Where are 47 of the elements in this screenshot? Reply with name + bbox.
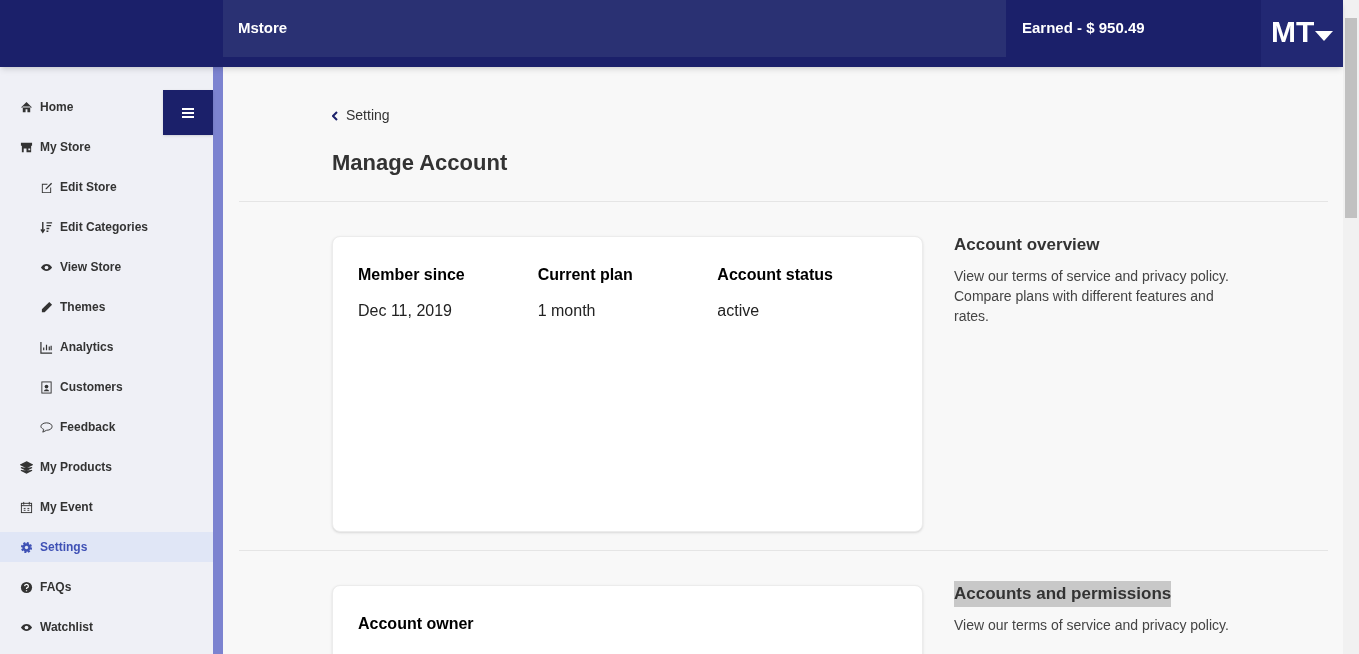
chevron-left-icon xyxy=(332,110,338,121)
section-description: View our terms of service and privacy policy. xyxy=(954,615,1230,635)
edit-icon xyxy=(40,180,53,194)
sidebar-item[interactable]: Edit Store xyxy=(0,172,213,202)
field-label: Current plan xyxy=(537,265,634,285)
scrollbar[interactable] xyxy=(1343,0,1359,654)
layers-icon xyxy=(20,460,33,474)
speech-bubble-icon xyxy=(40,420,53,434)
bar-chart-icon xyxy=(40,340,53,354)
section-description: View our terms of service and privacy policy. Compare plans with different features and rates. xyxy=(954,266,1230,326)
pencil-icon xyxy=(40,300,53,314)
sidebar-item[interactable]: Edit Categories xyxy=(0,212,213,242)
sidebar-item[interactable]: Themes xyxy=(0,292,213,322)
sidebar-item[interactable]: My Products xyxy=(0,452,213,482)
brand-name[interactable]: Mstore xyxy=(238,17,288,40)
home-icon xyxy=(20,100,33,114)
sidebar-item[interactable]: My Store xyxy=(0,132,213,162)
menu-button[interactable] xyxy=(163,90,213,135)
sidebar-item[interactable]: View Store xyxy=(0,252,213,282)
calendar-icon xyxy=(20,500,33,514)
section-heading: Accounts and permissions xyxy=(954,581,1172,607)
menu-icon xyxy=(182,107,194,118)
store-icon xyxy=(20,140,33,154)
section-heading: Account overview xyxy=(954,234,1100,256)
sidebar-item[interactable]: Watchlist xyxy=(0,612,213,642)
sidebar-item[interactable]: My Event xyxy=(0,492,213,522)
field-label: Member since xyxy=(358,265,466,285)
user-menu-button[interactable]: MT xyxy=(1261,0,1343,67)
sidebar-item[interactable]: Settings xyxy=(0,532,213,562)
field-label: Account owner xyxy=(358,614,475,634)
earned-amount: Earned - $ 950.49 xyxy=(1022,18,1145,39)
field-value: active xyxy=(717,301,761,321)
back-link[interactable]: Setting xyxy=(332,105,1328,126)
sort-icon xyxy=(40,220,53,234)
sidebar-item[interactable]: Customers xyxy=(0,372,213,402)
sidebar-item[interactable]: Home xyxy=(0,92,213,122)
field-value: Dec 11, 2019 xyxy=(358,301,453,321)
field-value: 1 month xyxy=(537,301,597,321)
help-icon xyxy=(20,580,33,594)
settings-icon xyxy=(20,540,33,554)
contact-card-icon xyxy=(40,380,53,394)
field-label: Account status xyxy=(717,265,834,285)
sidebar-item[interactable]: Analytics xyxy=(0,332,213,362)
page-title: Manage Account xyxy=(332,149,509,177)
caret-icon xyxy=(1315,31,1334,41)
sidebar-item[interactable]: Feedback xyxy=(0,412,213,442)
sidebar-item[interactable]: FAQs xyxy=(0,572,213,602)
